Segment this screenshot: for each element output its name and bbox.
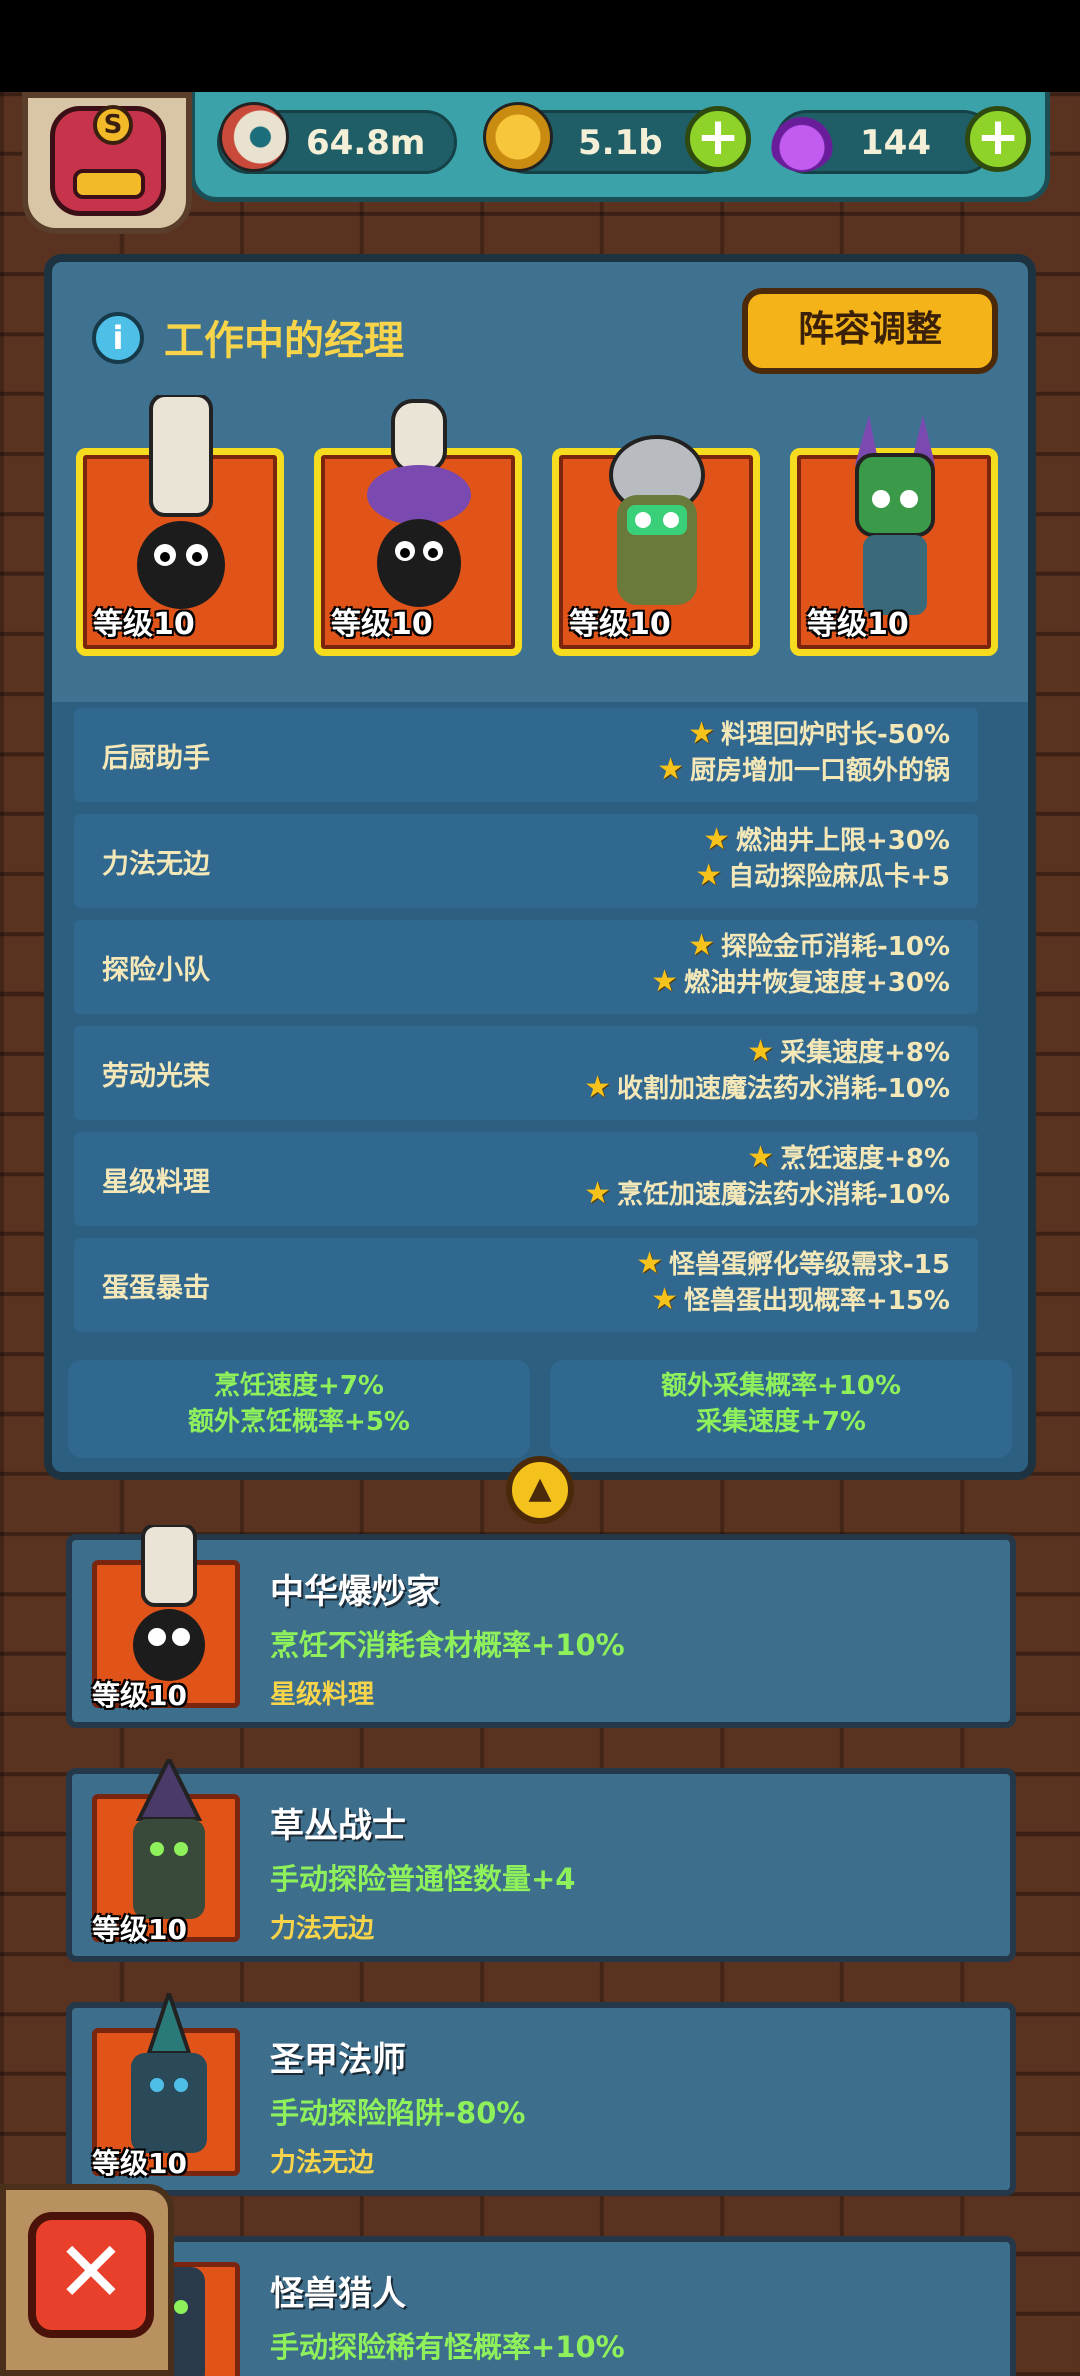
- close-button-frame: ✕: [0, 2184, 174, 2376]
- manager-level: 等级10: [93, 607, 195, 642]
- close-button[interactable]: ✕: [28, 2212, 154, 2338]
- star-icon: ★: [703, 822, 730, 857]
- star-icon: ★: [657, 752, 684, 787]
- bonus-effect: ★ 怪兽蛋孵化等级需求-15: [636, 1246, 950, 1281]
- bonus-name: 后厨助手: [102, 743, 210, 774]
- manager-list-item[interactable]: 等级10 草丛战士 手动探险普通怪数量+4 力法无边: [66, 1759, 1016, 1962]
- summary-line: 烹饪速度+7%: [214, 1371, 384, 1401]
- status-bar: [0, 0, 1080, 92]
- manager-name: 草丛战士: [270, 1806, 406, 1846]
- grass-warrior-icon: [133, 1759, 205, 1919]
- bonus-row: 蛋蛋暴击 ★ 怪兽蛋孵化等级需求-15 ★ 怪兽蛋出现概率+15%: [74, 1238, 978, 1332]
- bonus-effect: ★ 收割加速魔法药水消耗-10%: [584, 1070, 950, 1105]
- summary-line: 采集速度+7%: [696, 1407, 866, 1437]
- manager-effect: 手动探险陷阱-80%: [270, 2096, 526, 2130]
- bonus-effect: ★ 采集速度+8%: [747, 1034, 950, 1069]
- star-icon: ★: [747, 1034, 775, 1069]
- manager-list-item[interactable]: 怪兽猎人 手动探险稀有怪概率+10%: [66, 2236, 1016, 2376]
- manager-list-item[interactable]: 等级10 中华爆炒家 烹饪不消耗食材概率+10% 星级料理: [66, 1525, 1016, 1728]
- working-manager-card[interactable]: 等级10: [76, 395, 284, 656]
- manager-level: 等级10: [92, 1679, 187, 1712]
- manager-group: 力法无边: [270, 1914, 375, 1944]
- plus-icon: +: [696, 107, 740, 167]
- armored-mage-icon: [131, 1993, 207, 2153]
- working-manager-card[interactable]: 等级10: [552, 435, 760, 656]
- potion-count: 144: [860, 123, 931, 163]
- manager-level: 等级10: [92, 2147, 187, 2180]
- star-icon: ★: [651, 964, 678, 999]
- panel-title: 工作中的经理: [164, 318, 404, 364]
- chevron-up-icon: ▲: [528, 1471, 552, 1506]
- star-icon: ★: [688, 716, 715, 751]
- logo-mouth: [73, 169, 145, 199]
- bonus-name: 星级料理: [102, 1167, 210, 1198]
- summary-line: 额外采集概率+10%: [660, 1371, 902, 1401]
- bonus-effect: ★ 自动探险麻瓜卡+5: [695, 858, 950, 893]
- eyeball-icon: [219, 102, 289, 172]
- star-icon: ★: [651, 1282, 678, 1317]
- summary-cooking: 烹饪速度+7% 额外烹饪概率+5%: [68, 1360, 530, 1458]
- bonus-row: 星级料理 ★ 烹饪速度+8% ★ 烹饪加速魔法药水消耗-10%: [74, 1132, 978, 1226]
- coin-count: 5.1b: [578, 123, 663, 163]
- bonus-row: 后厨助手 ★ 料理回炉时长-50% ★ 厨房增加一口额外的锅: [74, 708, 978, 802]
- star-icon: ★: [636, 1246, 664, 1281]
- bonus-effect: ★ 烹饪速度+8%: [747, 1140, 950, 1175]
- working-managers-panel: i 工作中的经理 阵容调整 等级10 等级10 等级10 等级10 后厨助手 ★…: [44, 254, 1036, 1480]
- bonus-row: 探险小队 ★ 探险金币消耗-10% ★ 燃油井恢复速度+30%: [74, 920, 978, 1014]
- manager-level: 等级10: [331, 607, 433, 642]
- manager-effect: 手动探险稀有怪概率+10%: [270, 2330, 625, 2364]
- bonus-name: 探险小队: [102, 955, 210, 986]
- bonus-effect: ★ 燃油井上限+30%: [703, 822, 950, 857]
- working-manager-card[interactable]: 等级10: [790, 415, 998, 656]
- manager-name: 圣甲法师: [270, 2040, 406, 2080]
- add-potions-button[interactable]: +: [965, 106, 1031, 172]
- bonus-effect: ★ 探险金币消耗-10%: [688, 928, 950, 963]
- info-icon[interactable]: i: [92, 312, 144, 364]
- star-icon: ★: [688, 928, 715, 963]
- star-icon: ★: [695, 858, 723, 893]
- plus-icon: +: [976, 107, 1020, 167]
- manager-list-item[interactable]: 等级10 圣甲法师 手动探险陷阱-80% 力法无边: [66, 1993, 1016, 2196]
- bonus-row: 力法无边 ★ 燃油井上限+30% ★ 自动探险麻瓜卡+5: [74, 814, 978, 908]
- manager-effect: 手动探险普通怪数量+4: [270, 1862, 576, 1896]
- manager-level: 等级10: [807, 607, 909, 642]
- bonus-effect: ★ 厨房增加一口额外的锅: [657, 752, 950, 787]
- bonus-effect: ★ 料理回炉时长-50%: [688, 716, 950, 751]
- working-manager-card[interactable]: 等级10: [314, 399, 522, 656]
- manager-level: 等级10: [92, 1913, 187, 1946]
- close-icon: ✕: [55, 2223, 127, 2321]
- potion-icon: [767, 102, 837, 172]
- manager-group: 力法无边: [270, 2148, 375, 2178]
- monster-logo-icon: S: [50, 105, 166, 216]
- manager-level: 等级10: [569, 607, 671, 642]
- manager-effect: 烹饪不消耗食材概率+10%: [270, 1628, 625, 1662]
- logo-letter: S: [93, 105, 133, 145]
- collapse-button[interactable]: ▲: [506, 1456, 574, 1524]
- star-icon: ★: [747, 1140, 775, 1175]
- chef-manager-icon: [133, 1525, 205, 1681]
- bonus-row: 劳动光荣 ★ 采集速度+8% ★ 收割加速魔法药水消耗-10%: [74, 1026, 978, 1120]
- add-coins-button[interactable]: +: [685, 106, 751, 172]
- star-icon: ★: [584, 1070, 611, 1105]
- summary-gathering: 额外采集概率+10% 采集速度+7%: [550, 1360, 1012, 1458]
- coin-icon: [483, 102, 553, 172]
- lineup-adjust-button[interactable]: 阵容调整: [742, 288, 998, 374]
- bonus-effect: ★ 烹饪加速魔法药水消耗-10%: [584, 1176, 950, 1211]
- manager-name: 怪兽猎人: [270, 2274, 406, 2314]
- summary-line: 额外烹饪概率+5%: [188, 1407, 410, 1437]
- bonus-effect: ★ 燃油井恢复速度+30%: [651, 964, 950, 999]
- eyeball-count: 64.8m: [306, 123, 426, 163]
- manager-group: 星级料理: [270, 1680, 375, 1710]
- bonus-effect: ★ 怪兽蛋出现概率+15%: [651, 1282, 950, 1317]
- bonus-name: 蛋蛋暴击: [102, 1273, 210, 1304]
- star-icon: ★: [584, 1176, 611, 1211]
- currency-bar: 64.8m 5.1b + 144 +: [190, 92, 1050, 202]
- bonus-name: 力法无边: [102, 849, 210, 880]
- player-logo[interactable]: S: [22, 92, 192, 234]
- bonus-name: 劳动光荣: [102, 1061, 210, 1092]
- manager-name: 中华爆炒家: [270, 1572, 440, 1612]
